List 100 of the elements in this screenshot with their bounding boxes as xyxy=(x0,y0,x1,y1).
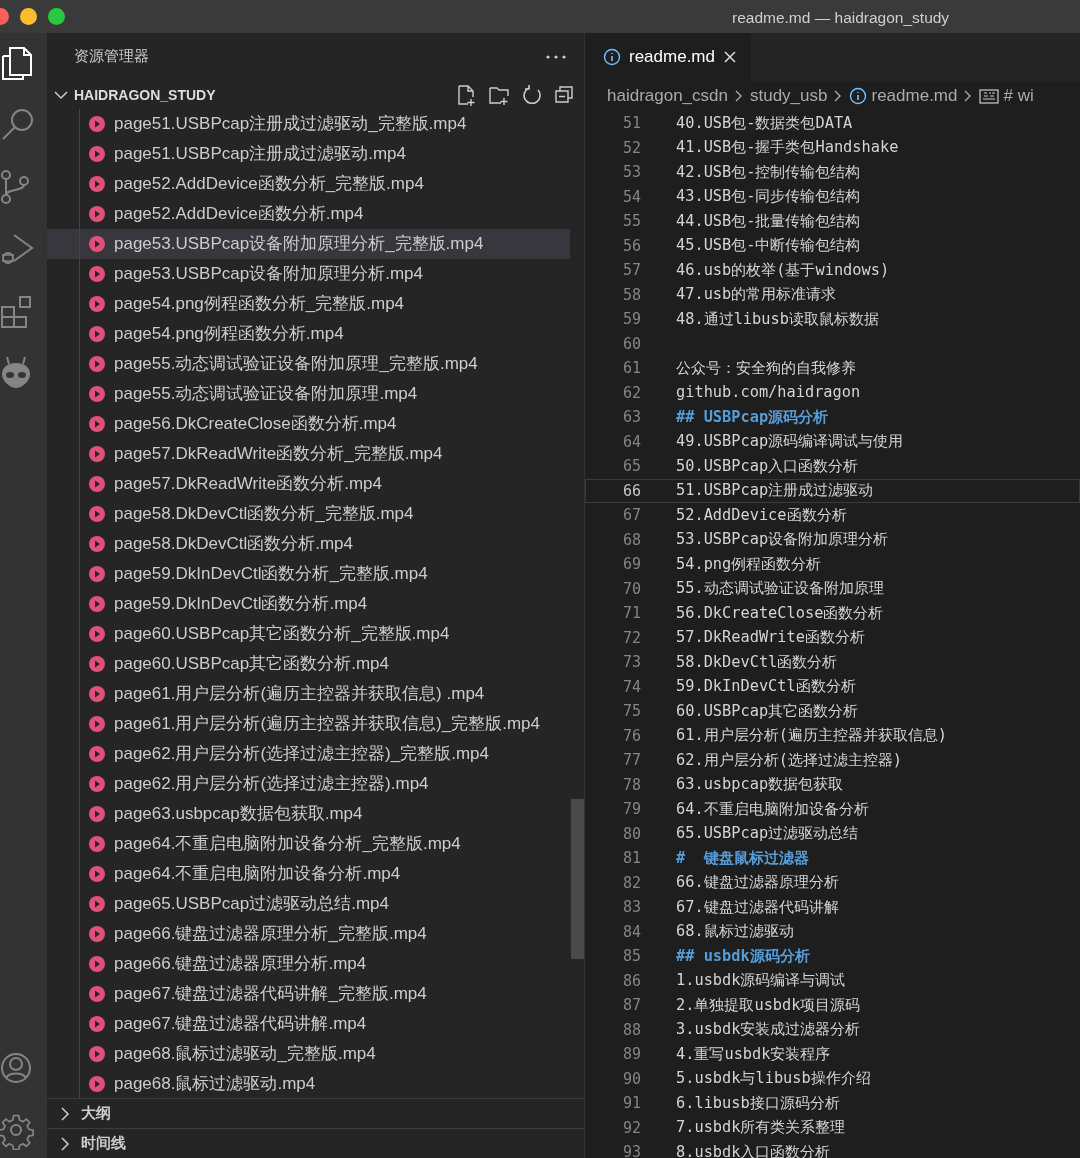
run-debug-icon[interactable] xyxy=(0,231,34,267)
code-line: 55.动态调试验证设备附加原理 xyxy=(676,578,884,600)
code-line: 59.DkInDevCtl函数分析 xyxy=(676,676,856,698)
section-header[interactable]: 大纲 xyxy=(47,1098,584,1128)
line-number: 53 xyxy=(621,162,641,183)
file-item[interactable]: page68.鼠标过滤驱动_完整版.mp4 xyxy=(47,1039,570,1069)
code-line: 48.通过libusb读取鼠标数据 xyxy=(676,308,879,330)
file-item[interactable]: page58.DkDevCtl函数分析_完整版.mp4 xyxy=(47,499,570,529)
code-line: 67.键盘过滤器代码讲解 xyxy=(676,896,839,918)
file-item[interactable]: page66.键盘过滤器原理分析_完整版.mp4 xyxy=(47,919,570,949)
play-icon xyxy=(89,296,105,312)
file-item[interactable]: page56.DkCreateClose函数分析.mp4 xyxy=(47,409,570,439)
file-item[interactable]: page66.键盘过滤器原理分析.mp4 xyxy=(47,949,570,979)
code-line: 41.USB包-握手类包Handshake xyxy=(676,137,899,159)
play-icon xyxy=(89,446,105,462)
file-item[interactable]: page60.USBPcap其它函数分析_完整版.mp4 xyxy=(47,619,570,649)
play-icon xyxy=(89,236,105,252)
settings-icon[interactable] xyxy=(0,1114,34,1150)
file-item[interactable]: page54.png例程函数分析.mp4 xyxy=(47,319,570,349)
collapse-all-icon[interactable] xyxy=(554,84,574,104)
line-number: 55 xyxy=(621,211,641,232)
code-line: 62.用户层分析(选择过滤主控器) xyxy=(676,749,903,771)
new-folder-icon[interactable] xyxy=(488,84,510,106)
code-line: 4.重写usbdk安装程序 xyxy=(676,1043,831,1065)
file-item[interactable]: page57.DkReadWrite函数分析.mp4 xyxy=(47,469,570,499)
line-number: 85 xyxy=(621,946,641,967)
file-item[interactable]: page65.USBPcap过滤驱动总结.mp4 xyxy=(47,889,570,919)
scrollbar-thumb[interactable] xyxy=(571,799,584,959)
line-number: 66 xyxy=(621,480,641,502)
file-item[interactable]: page67.键盘过滤器代码讲解.mp4 xyxy=(47,1009,570,1039)
file-item[interactable]: page61.用户层分析(遍历主控器并获取信息) .mp4 xyxy=(47,679,570,709)
file-item[interactable]: page59.DkInDevCtl函数分析_完整版.mp4 xyxy=(47,559,570,589)
file-item[interactable]: page57.DkReadWrite函数分析_完整版.mp4 xyxy=(47,439,570,469)
file-item[interactable]: page51.USBPcap注册成过滤驱动_完整版.mp4 xyxy=(47,109,570,139)
play-icon xyxy=(89,866,105,882)
file-item[interactable]: page64.不重启电脑附加设备分析.mp4 xyxy=(47,859,570,889)
code-line: 50.USBPcap入口函数分析 xyxy=(676,455,859,477)
string-icon xyxy=(979,87,1000,105)
file-item[interactable]: page52.AddDevice函数分析_完整版.mp4 xyxy=(47,169,570,199)
folder-label[interactable]: HAIDRAGON_STUDY xyxy=(74,84,216,106)
line-number: 67 xyxy=(621,505,641,526)
extensions-icon[interactable] xyxy=(0,293,34,329)
breadcrumb-item[interactable]: readme.md xyxy=(871,83,958,109)
line-number: 77 xyxy=(621,750,641,771)
file-item[interactable]: page51.USBPcap注册成过滤驱动.mp4 xyxy=(47,139,570,169)
file-item[interactable]: page62.用户层分析(选择过滤主控器).mp4 xyxy=(47,769,570,799)
line-number: 60 xyxy=(621,333,641,355)
file-item[interactable]: page54.png例程函数分析_完整版.mp4 xyxy=(47,289,570,319)
section-header[interactable]: 时间线 xyxy=(47,1128,584,1158)
line-number: 89 xyxy=(621,1044,641,1065)
refresh-icon[interactable] xyxy=(522,84,542,104)
play-icon xyxy=(89,506,105,522)
play-icon xyxy=(89,536,105,552)
file-item[interactable]: page64.不重启电脑附加设备分析_完整版.mp4 xyxy=(47,829,570,859)
file-item[interactable]: page60.USBPcap其它函数分析.mp4 xyxy=(47,649,570,679)
editor-tab[interactable]: readme.md xyxy=(585,33,751,81)
file-item[interactable]: page53.USBPcap设备附加原理分析_完整版.mp4 xyxy=(47,229,570,259)
play-icon xyxy=(89,566,105,582)
code-line: 56.DkCreateClose函数分析 xyxy=(676,602,884,624)
file-item[interactable]: page59.DkInDevCtl函数分析.mp4 xyxy=(47,589,570,619)
file-item[interactable]: page55.动态调试验证设备附加原理.mp4 xyxy=(47,379,570,409)
file-item[interactable]: page53.USBPcap设备附加原理分析.mp4 xyxy=(47,259,570,289)
breadcrumb-item[interactable]: haidragon_csdn xyxy=(607,83,728,109)
file-item[interactable]: page58.DkDevCtl函数分析.mp4 xyxy=(47,529,570,559)
line-number: 83 xyxy=(621,897,641,918)
code-line: 42.USB包-控制传输包结构 xyxy=(676,161,861,183)
files-icon[interactable] xyxy=(0,45,34,81)
file-item[interactable]: page55.动态调试验证设备附加原理_完整版.mp4 xyxy=(47,349,570,379)
file-item[interactable]: page63.usbpcap数据包获取.mp4 xyxy=(47,799,570,829)
info-icon xyxy=(603,48,621,66)
markdown-heading: # 键盘鼠标过滤器 xyxy=(676,847,809,869)
play-icon xyxy=(89,686,105,702)
file-item[interactable]: page61.用户层分析(遍历主控器并获取信息)_完整版.mp4 xyxy=(47,709,570,739)
play-icon xyxy=(89,1076,105,1092)
markdown-heading: ## USBPcap源码分析 xyxy=(676,406,829,428)
window-control[interactable] xyxy=(20,8,37,25)
code-line: 43.USB包-同步传输包结构 xyxy=(676,186,861,208)
code-line: github.com/haidragon xyxy=(676,382,861,404)
breadcrumb-item[interactable]: # wi xyxy=(1003,83,1034,109)
breadcrumb-item[interactable]: study_usb xyxy=(750,83,828,109)
line-number: 61 xyxy=(621,358,641,379)
line-number: 75 xyxy=(621,701,641,722)
play-icon xyxy=(89,776,105,792)
more-icon[interactable] xyxy=(546,55,566,59)
new-file-icon[interactable] xyxy=(456,84,476,106)
play-icon xyxy=(89,386,105,402)
window-control[interactable] xyxy=(48,8,65,25)
line-number: 72 xyxy=(621,627,641,649)
line-number: 59 xyxy=(621,309,641,330)
code-line: 3.usbdk安装成过滤器分析 xyxy=(676,1019,861,1041)
file-item[interactable]: page52.AddDevice函数分析.mp4 xyxy=(47,199,570,229)
close-icon[interactable] xyxy=(723,50,737,64)
play-icon xyxy=(89,146,105,162)
play-icon xyxy=(89,116,105,132)
file-item[interactable]: page62.用户层分析(选择过滤主控器)_完整版.mp4 xyxy=(47,739,570,769)
file-item[interactable]: page67.键盘过滤器代码讲解_完整版.mp4 xyxy=(47,979,570,1009)
code-line: 40.USB包-数据类包DATA xyxy=(676,112,853,134)
play-icon xyxy=(89,206,105,222)
code-line: 7.usbdk所有类关系整理 xyxy=(676,1117,846,1139)
file-item[interactable]: page68.鼠标过滤驱动.mp4 xyxy=(47,1069,570,1098)
